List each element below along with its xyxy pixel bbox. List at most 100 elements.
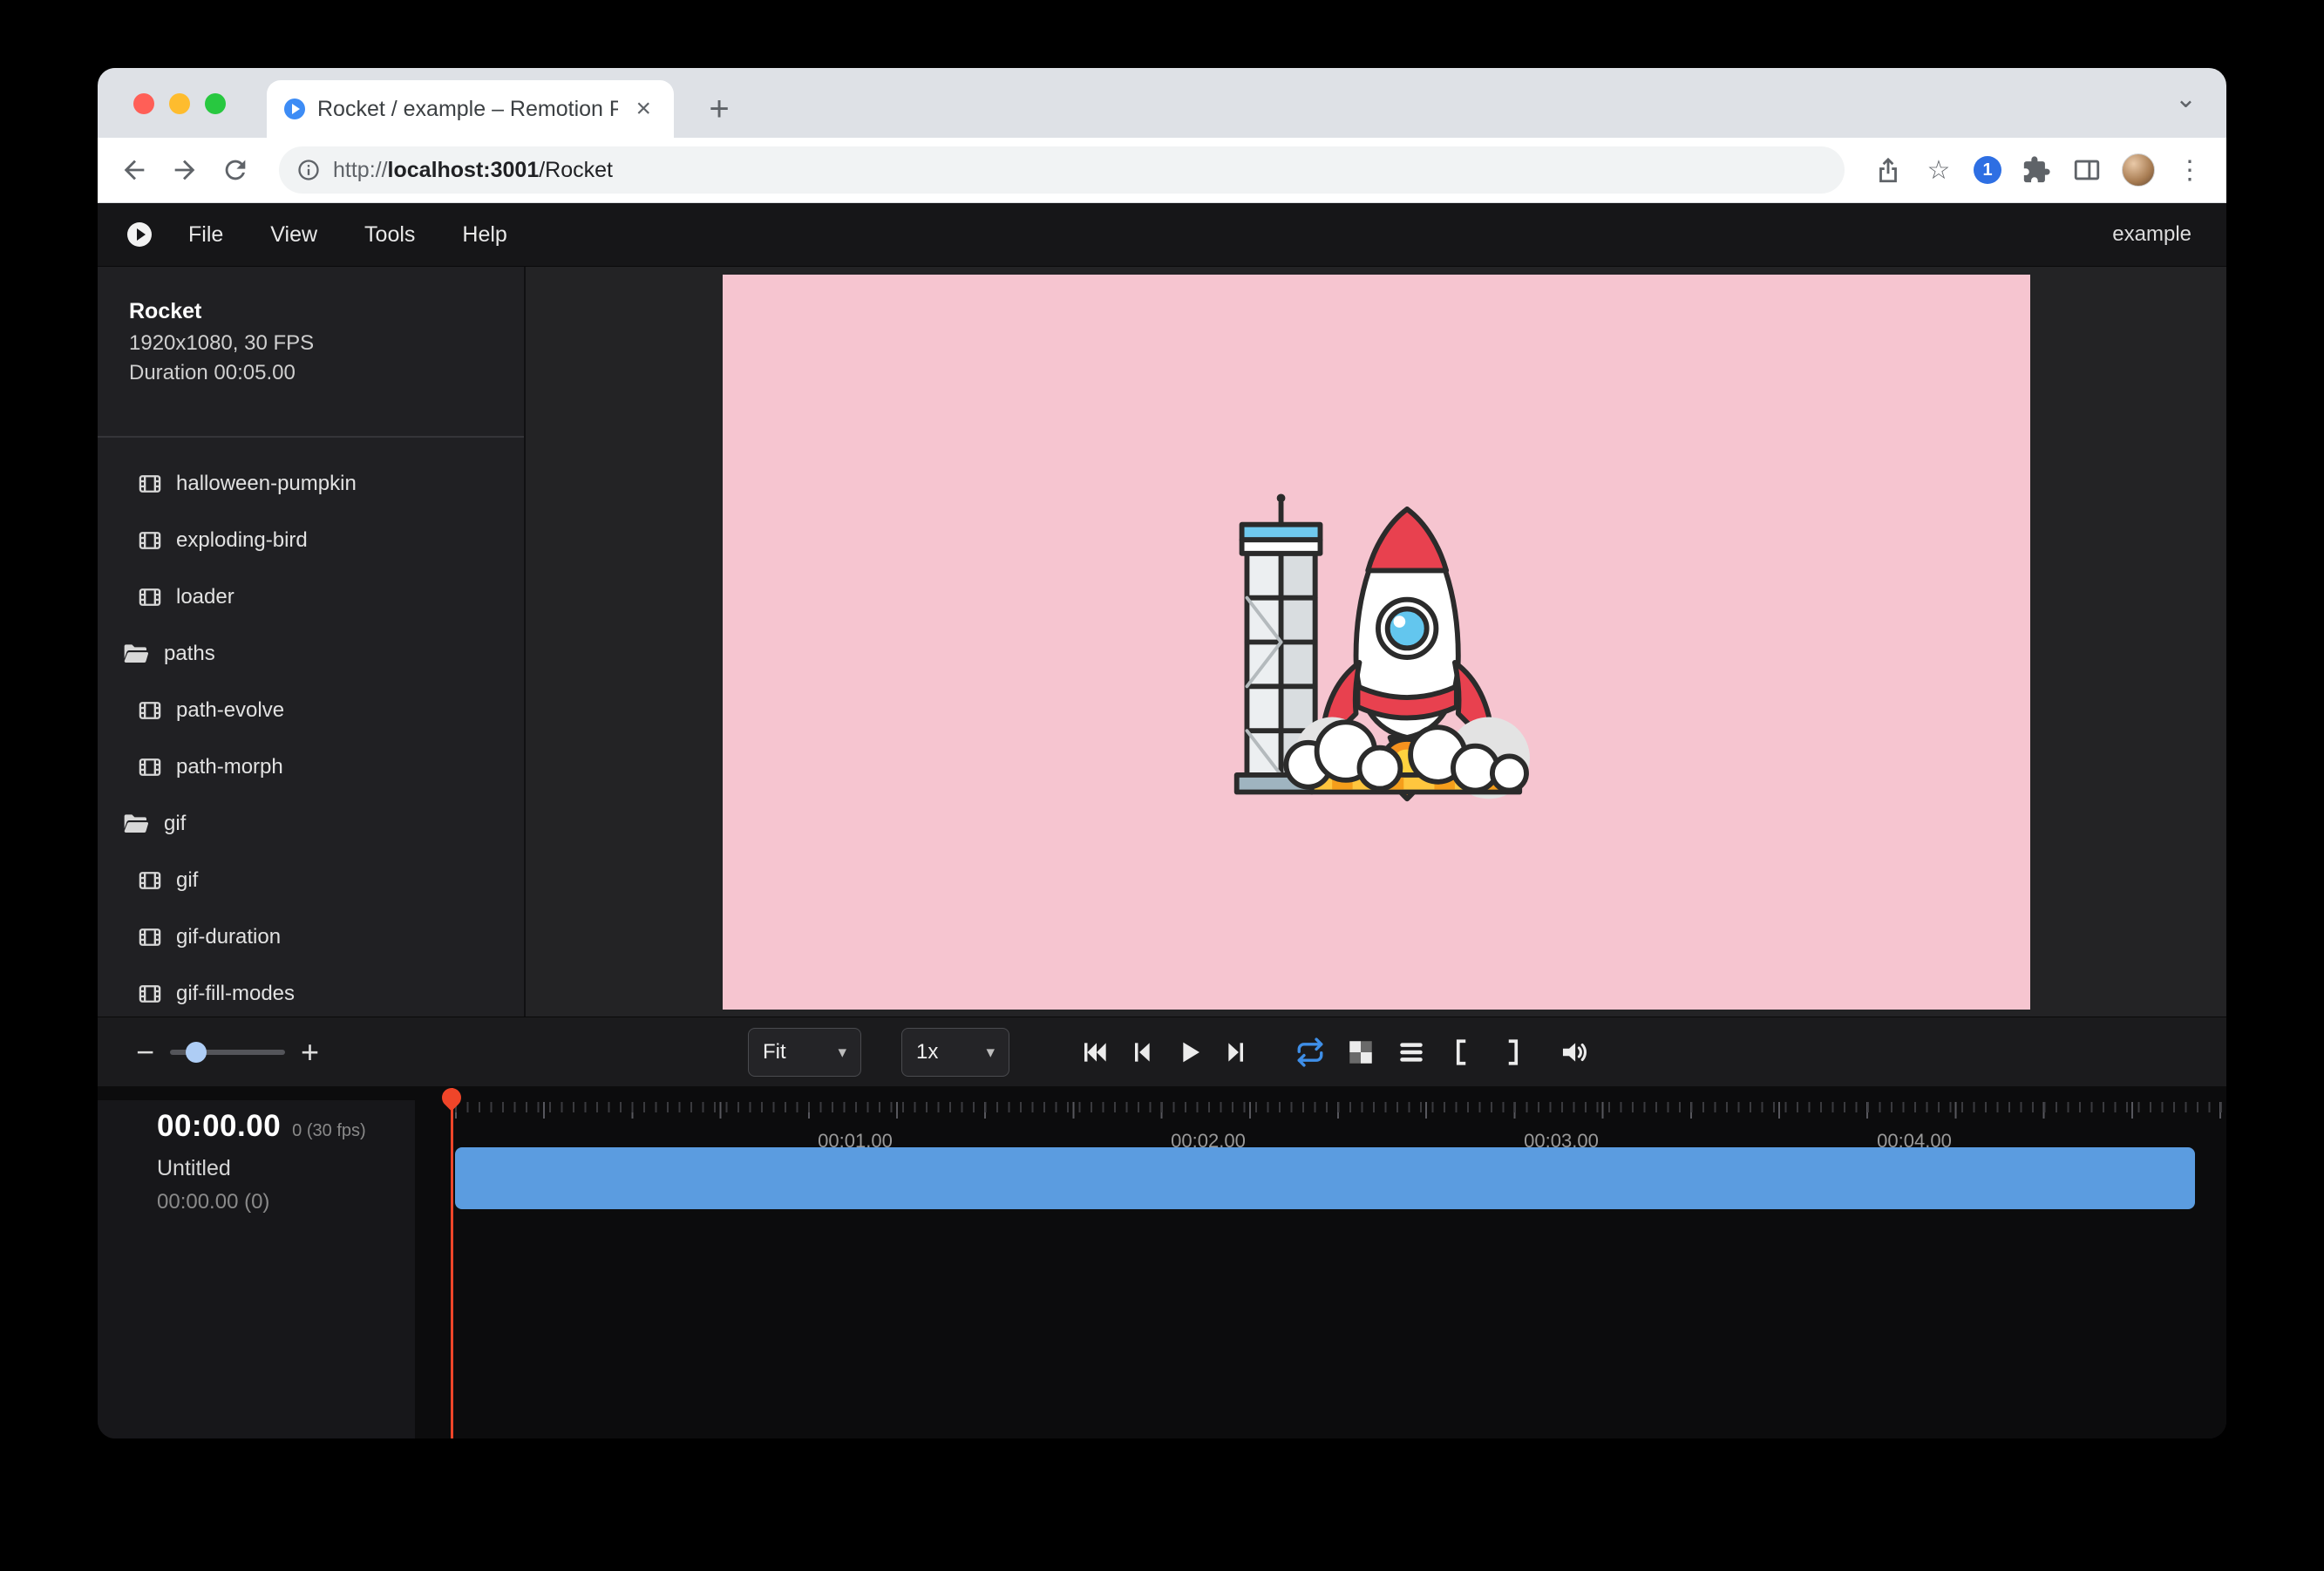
open-folder-icon: [122, 640, 150, 668]
tab-overflow-chevron-icon[interactable]: ⌄: [2175, 84, 2197, 114]
checkerboard-icon: [1346, 1037, 1376, 1067]
project-name-label: example: [2112, 222, 2197, 247]
film-icon: [138, 925, 162, 949]
site-info-icon[interactable]: [296, 158, 321, 182]
open-folder-icon: [122, 810, 150, 838]
profile-avatar[interactable]: [2122, 153, 2155, 187]
sidebar-item-loader[interactable]: loader: [98, 568, 524, 625]
window-controls: [133, 93, 226, 114]
film-icon: [138, 982, 162, 1006]
sidebar-item-exploding-bird[interactable]: exploding-bird: [98, 512, 524, 568]
menu-item-view[interactable]: View: [270, 222, 317, 248]
compositions-sidebar: Rocket 1920x1080, 30 FPS Duration 00:05.…: [98, 267, 526, 1017]
in-point-button[interactable]: [1447, 1037, 1477, 1067]
video-canvas: [723, 275, 2030, 1010]
extensions-button[interactable]: [2021, 154, 2052, 186]
close-window-button[interactable]: [133, 93, 154, 114]
sidebar-item-label: exploding-bird: [176, 528, 308, 553]
timeline-rows-toggle-button[interactable]: [1396, 1037, 1426, 1067]
timecode-row: 00:00.00 0 (30 fps): [157, 1109, 415, 1144]
playback-speed-select[interactable]: 1x ▾: [901, 1028, 1009, 1077]
playhead[interactable]: [451, 1088, 453, 1438]
preview-area: [526, 267, 2226, 1017]
play-icon: [1175, 1038, 1203, 1066]
sidebar-item-path-evolve[interactable]: path-evolve: [98, 682, 524, 738]
forward-button[interactable]: [169, 154, 200, 186]
sidebar-item-label: halloween-pumpkin: [176, 472, 357, 496]
composition-list: halloween-pumpkin exploding-bird loader …: [98, 455, 524, 1017]
play-button[interactable]: [1175, 1038, 1203, 1066]
fullscreen-window-button[interactable]: [205, 93, 226, 114]
timeline-track-bar[interactable]: [455, 1147, 2195, 1209]
zoom-controls: − +: [136, 1017, 319, 1086]
new-tab-button[interactable]: +: [699, 89, 739, 129]
sidebar-item-gif[interactable]: gif: [98, 852, 524, 908]
volume-icon: [1559, 1037, 1588, 1067]
previous-frame-button[interactable]: [1128, 1038, 1156, 1066]
bookmark-star-button[interactable]: ☆: [1923, 155, 1954, 186]
size-select[interactable]: Fit ▾: [748, 1028, 861, 1077]
zoom-slider-thumb[interactable]: [186, 1042, 207, 1063]
browser-menu-button[interactable]: ⋮: [2174, 155, 2205, 186]
back-button[interactable]: [119, 154, 150, 186]
sidebar-item-label: loader: [176, 585, 234, 609]
rows-icon: [1396, 1037, 1426, 1067]
zoom-out-button[interactable]: −: [136, 1037, 154, 1068]
sidebar-item-path-morph[interactable]: path-morph: [98, 738, 524, 795]
desktop-background: Rocket / example – Remotion P × + ⌄: [0, 0, 2324, 1571]
sidebar-item-label: gif-fill-modes: [176, 982, 295, 1006]
browser-tab[interactable]: Rocket / example – Remotion P ×: [267, 80, 674, 138]
sidebar-item-label: gif: [176, 868, 198, 893]
next-frame-icon: [1222, 1038, 1250, 1066]
address-bar[interactable]: http://localhost:3001/Rocket: [279, 146, 1845, 194]
composition-resolution: 1920x1080, 30 FPS: [129, 331, 524, 356]
composition-info: Rocket 1920x1080, 30 FPS Duration 00:05.…: [98, 267, 524, 385]
sidebar-item-gif-duration[interactable]: gif-duration: [98, 908, 524, 965]
menu-item-file[interactable]: File: [188, 222, 223, 248]
sidebar-item-label: gif: [164, 812, 186, 836]
sidebar-item-halloween-pumpkin[interactable]: halloween-pumpkin: [98, 455, 524, 512]
current-timecode: 00:00.00: [157, 1109, 281, 1144]
chevron-down-icon: ▾: [986, 1043, 995, 1063]
onepassword-extension-button[interactable]: 1: [1974, 156, 2001, 184]
composition-name: Rocket: [129, 298, 524, 324]
next-frame-button[interactable]: [1222, 1038, 1250, 1066]
side-panel-button[interactable]: [2071, 154, 2103, 186]
film-icon: [138, 585, 162, 609]
loop-icon: [1295, 1037, 1325, 1067]
url-path: /Rocket: [539, 158, 613, 182]
transparency-toggle-button[interactable]: [1346, 1037, 1376, 1067]
browser-toolbar: http://localhost:3001/Rocket ☆ 1 ⋮: [98, 138, 2226, 203]
tab-close-icon[interactable]: ×: [630, 94, 656, 124]
reload-button[interactable]: [220, 154, 251, 186]
sidebar-item-label: path-morph: [176, 755, 283, 779]
film-icon: [138, 755, 162, 779]
frame-info: 0 (30 fps): [292, 1121, 365, 1141]
sidebar-folder-paths[interactable]: paths: [98, 625, 524, 682]
timeline-tracks-area[interactable]: 00:01.00 00:02.00 00:03.00 00:04.00: [415, 1100, 2226, 1438]
zoom-slider[interactable]: [170, 1042, 285, 1063]
sidebar-item-label: gif-duration: [176, 925, 281, 949]
remotion-logo-icon[interactable]: [127, 222, 152, 247]
film-icon: [138, 868, 162, 893]
url-text: http://localhost:3001/Rocket: [333, 158, 613, 183]
out-point-button[interactable]: [1498, 1037, 1527, 1067]
skip-to-start-button[interactable]: [1081, 1038, 1109, 1066]
track-time: 00:00.00 (0): [157, 1190, 415, 1214]
sidebar-item-label: paths: [164, 642, 215, 666]
minimize-window-button[interactable]: [169, 93, 190, 114]
film-icon: [138, 472, 162, 496]
zoom-in-button[interactable]: +: [301, 1037, 319, 1068]
sidebar-folder-gif[interactable]: gif: [98, 795, 524, 852]
share-button[interactable]: [1872, 154, 1904, 186]
mute-toggle-button[interactable]: [1559, 1037, 1588, 1067]
menu-item-tools[interactable]: Tools: [364, 222, 415, 248]
view-toggles: [1295, 1017, 1588, 1086]
browser-window: Rocket / example – Remotion P × + ⌄: [98, 68, 2226, 1438]
share-icon: [1873, 155, 1903, 185]
forward-arrow-icon: [170, 155, 200, 185]
loop-toggle-button[interactable]: [1295, 1037, 1325, 1067]
sidebar-item-gif-fill-modes[interactable]: gif-fill-modes: [98, 965, 524, 1017]
menu-item-help[interactable]: Help: [462, 222, 506, 248]
rocket-illustration: [1189, 472, 1564, 813]
